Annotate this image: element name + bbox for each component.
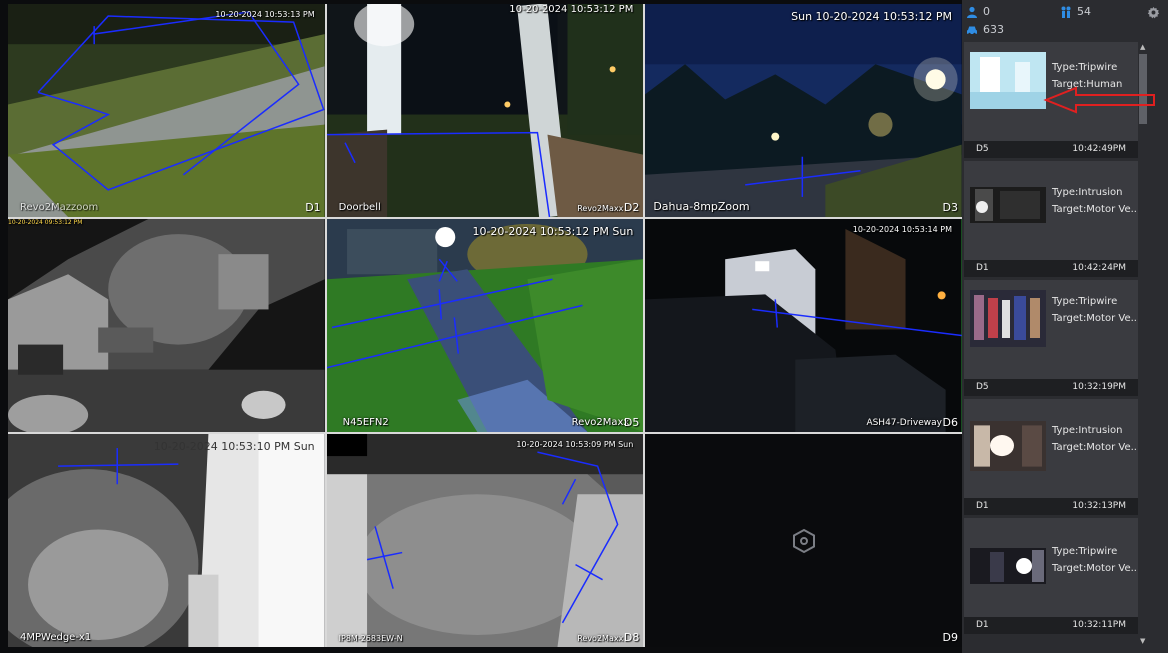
camera-feed-d1 bbox=[8, 4, 325, 217]
alarm-card[interactable]: Type:Tripwire Target:Motor Ve... D1 10:3… bbox=[964, 518, 1138, 634]
alarm-target: Target:Motor Ve... bbox=[1052, 442, 1138, 453]
camera-tile-d9[interactable]: D9 bbox=[645, 434, 962, 647]
camera-feed-d6 bbox=[645, 219, 962, 432]
camera-grid: 10-20-2024 10:53:13 PM Revo2Mazzoom D1 1… bbox=[8, 4, 962, 647]
hexagon-camera-icon bbox=[792, 528, 815, 553]
camera-name: N45EFN2 bbox=[342, 417, 389, 428]
camera-tile-d3[interactable]: Sun 10-20-2024 10:53:12 PM Dahua-8mpZoom… bbox=[645, 4, 962, 217]
camera-name: 4MPWedge-x1 bbox=[20, 632, 92, 643]
channel-label: D3 bbox=[942, 201, 958, 214]
alarm-channel: D1 bbox=[976, 263, 989, 273]
camera-timestamp: 10-20-2024 10:53:12 PM Sun bbox=[472, 225, 634, 238]
alarm-time: 10:42:49PM bbox=[1072, 144, 1126, 154]
camera-tile-d2[interactable]: 10-20-2024 10:53:12 PM Doorbell Revo2Max… bbox=[326, 4, 644, 217]
alarm-footer: D5 10:32:19PM bbox=[964, 379, 1138, 396]
channel-label: D6 bbox=[942, 416, 958, 429]
alarm-target: Target:Motor Ve... bbox=[1052, 204, 1138, 215]
alarm-channel: D5 bbox=[976, 382, 989, 392]
camera-feed-d5 bbox=[326, 219, 644, 432]
channel-label: D8 bbox=[623, 631, 640, 644]
alarm-snapshot bbox=[970, 290, 1046, 347]
camera-feed-d3 bbox=[645, 4, 962, 217]
scroll-down-icon[interactable]: ▼ bbox=[1140, 637, 1145, 645]
alarm-target: Target:Motor Ve... bbox=[1052, 313, 1138, 324]
alarm-type: Type:Tripwire bbox=[1052, 62, 1118, 73]
camera-tile-d6[interactable]: 10-20-2024 10:53:14 PM ASH47-Driveway D6 bbox=[645, 219, 962, 432]
channel-label: D1 bbox=[305, 201, 321, 214]
camera-timestamp: 10-20-2024 10:53:09 PM Sun bbox=[516, 440, 634, 449]
alarm-list[interactable]: Type:Tripwire Target:Human D5 10:42:49PM… bbox=[964, 42, 1138, 646]
camera-feed-d8 bbox=[326, 434, 644, 647]
camera-name-secondary: Revo2Maxx bbox=[571, 417, 630, 428]
alarm-scrollbar[interactable]: ▲ ▼ bbox=[1138, 42, 1148, 646]
camera-name: Doorbell bbox=[338, 202, 381, 213]
alarm-footer: D1 10:42:24PM bbox=[964, 260, 1138, 277]
channel-label: D9 bbox=[942, 631, 958, 644]
person-icon bbox=[967, 6, 977, 18]
camera-name: Dahua-8mpZoom bbox=[653, 200, 750, 213]
group-stat: 54 bbox=[1060, 5, 1091, 18]
alarm-time: 10:42:24PM bbox=[1072, 263, 1126, 273]
alarm-footer: D1 10:32:11PM bbox=[964, 617, 1138, 634]
alarm-time: 10:32:19PM bbox=[1072, 382, 1126, 392]
alarm-target: Target:Motor Ve... bbox=[1052, 563, 1138, 574]
alarm-type: Type:Tripwire bbox=[1052, 296, 1118, 307]
camera-timestamp: 10-20-2024 09:53:12 PM bbox=[8, 219, 83, 226]
camera-tile-d7[interactable]: 10-20-2024 10:53:10 PM Sun 4MPWedge-x1 bbox=[8, 434, 325, 647]
camera-feed-d2 bbox=[326, 4, 644, 217]
stats-header: 0 54 633 bbox=[962, 0, 1168, 40]
alarm-time: 10:32:11PM bbox=[1072, 620, 1126, 630]
camera-tile-d1[interactable]: 10-20-2024 10:53:13 PM Revo2Mazzoom D1 bbox=[8, 4, 325, 217]
camera-tile-d4[interactable]: 10-20-2024 09:53:12 PM bbox=[8, 219, 325, 432]
alarm-type: Type:Tripwire bbox=[1052, 546, 1118, 557]
camera-tile-d5[interactable]: 10-20-2024 10:53:12 PM Sun N45EFN2 Revo2… bbox=[326, 219, 644, 432]
car-icon bbox=[967, 26, 977, 35]
camera-timestamp: 10-20-2024 10:53:12 PM bbox=[509, 4, 634, 15]
camera-name: IP8M-2683EW-N bbox=[338, 634, 403, 643]
alarm-snapshot bbox=[970, 187, 1046, 223]
alarm-card[interactable]: Type:Intrusion Target:Motor Ve... D1 10:… bbox=[964, 399, 1138, 515]
vehicle-stat: 633 bbox=[966, 23, 1004, 36]
channel-label: D2 bbox=[623, 201, 640, 214]
camera-name-secondary: Revo2Maxx bbox=[577, 204, 624, 213]
alarm-type: Type:Intrusion bbox=[1052, 187, 1123, 198]
annotation-arrow-icon bbox=[1043, 86, 1155, 114]
channel-label: D5 bbox=[623, 416, 640, 429]
camera-timestamp: 10-20-2024 10:53:10 PM Sun bbox=[153, 440, 315, 453]
camera-name: Revo2Mazzoom bbox=[20, 202, 99, 213]
group-icon bbox=[1061, 6, 1071, 18]
alarm-card[interactable]: Type:Tripwire Target:Motor Ve... D5 10:3… bbox=[964, 280, 1138, 396]
vehicle-count: 633 bbox=[983, 23, 1004, 36]
alarm-channel: D5 bbox=[976, 144, 989, 154]
camera-feed-d7 bbox=[8, 434, 325, 647]
alarm-type: Type:Intrusion bbox=[1052, 425, 1123, 436]
alarm-card[interactable]: Type:Intrusion Target:Motor Ve... D1 10:… bbox=[964, 161, 1138, 277]
camera-tile-d8[interactable]: 10-20-2024 10:53:09 PM Sun IP8M-2683EW-N… bbox=[326, 434, 644, 647]
alarm-snapshot bbox=[970, 52, 1046, 109]
camera-feed-d4 bbox=[8, 219, 325, 432]
alarm-footer: D1 10:32:13PM bbox=[964, 498, 1138, 515]
camera-timestamp: Sun 10-20-2024 10:53:12 PM bbox=[791, 10, 952, 23]
people-count: 0 bbox=[983, 5, 990, 18]
camera-name: ASH47-Driveway bbox=[866, 418, 942, 428]
alarm-footer: D5 10:42:49PM bbox=[964, 141, 1138, 158]
alarm-channel: D1 bbox=[976, 501, 989, 511]
group-count: 54 bbox=[1077, 5, 1091, 18]
alarm-time: 10:32:13PM bbox=[1072, 501, 1126, 511]
camera-timestamp: 10-20-2024 10:53:14 PM bbox=[852, 225, 952, 234]
camera-timestamp: 10-20-2024 10:53:13 PM bbox=[215, 10, 315, 19]
scroll-up-icon[interactable]: ▲ bbox=[1140, 43, 1145, 51]
alarm-snapshot bbox=[970, 421, 1046, 471]
camera-name-secondary: Revo2Maxx bbox=[577, 634, 624, 643]
alarm-channel: D1 bbox=[976, 620, 989, 630]
gear-icon[interactable] bbox=[1147, 6, 1160, 19]
people-stat: 0 bbox=[966, 5, 990, 18]
alarm-snapshot bbox=[970, 548, 1046, 584]
